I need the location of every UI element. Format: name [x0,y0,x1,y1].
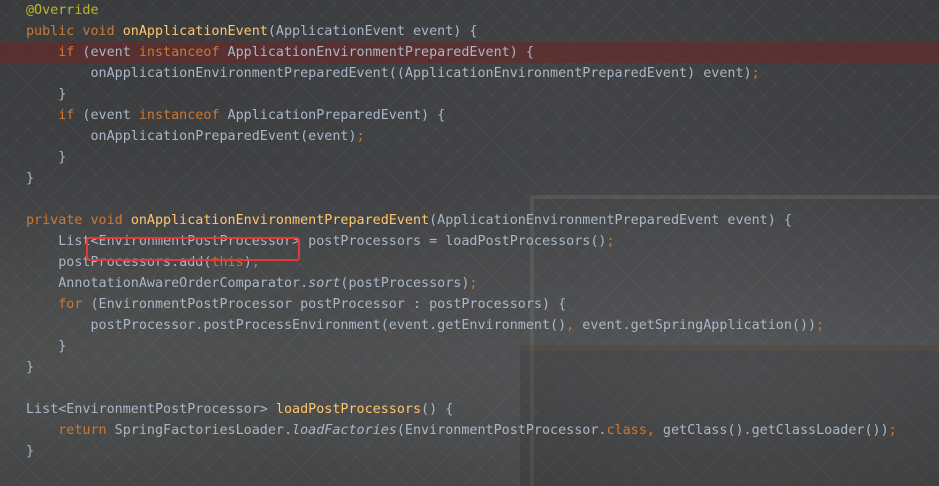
keyword-token: return [58,423,107,438]
semicolon-token: ; [816,318,825,333]
keyword-token: instanceof [138,108,220,123]
code-line: onApplicationEnvironmentPreparedEvent((A… [0,63,939,84]
code-text: (EnvironmentPostProcessor postProcessor … [82,297,567,312]
code-line: } [0,168,939,189]
code-text: onApplicationEnvironmentPreparedEvent((A… [26,66,752,81]
semicolon-token: ; [356,129,365,144]
code-text: } [26,444,35,459]
code-text: (postProcessors) [340,276,470,291]
keyword-token: for [58,297,83,312]
code-line: for (EnvironmentPostProcessor postProces… [0,294,939,315]
code-line: return SpringFactoriesLoader.loadFactori… [0,420,939,441]
method-name-token: loadPostProcessors [275,402,422,417]
code-text: postProcessor.postProcessEnvironment(eve… [26,318,567,333]
code-text: ApplicationEnvironmentPreparedEvent) { [219,45,534,60]
code-text: } [26,339,67,354]
semicolon-token: ; [606,234,615,249]
keyword-token: public void [26,24,115,39]
semicolon-token: ; [888,423,897,438]
comma-token: , [646,423,663,438]
semicolon-token: ; [469,276,478,291]
code-text: (event [74,108,139,123]
code-line: @Override [0,0,939,21]
code-line: } [0,84,939,105]
code-text: (ApplicationEvent event) { [267,24,478,39]
code-text: (event [74,45,139,60]
code-line: if (event instanceof ApplicationPrepared… [0,105,939,126]
code-text: () { [421,402,454,417]
code-text: (ApplicationEnvironmentPreparedEvent eve… [429,213,792,228]
code-line: } [0,147,939,168]
keyword-token: private void [26,213,123,228]
code-line: private void onApplicationEnvironmentPre… [0,210,939,231]
code-editor[interactable]: @Override public void onApplicationEvent… [0,0,939,486]
code-text: onApplicationPreparedEvent(event) [26,129,357,144]
code-text: } [26,360,35,375]
code-line: } [0,336,939,357]
code-line: onApplicationPreparedEvent(event); [0,126,939,147]
code-text: getClass().getClassLoader()) [662,423,889,438]
code-text: event.getSpringApplication()) [582,318,817,333]
code-text: ApplicationPreparedEvent) { [219,108,446,123]
code-line: } [0,441,939,462]
code-text: } [26,171,35,186]
code-line: List<EnvironmentPostProcessor> loadPostP… [0,399,939,420]
code-line: postProcessor.postProcessEnvironment(eve… [0,315,939,336]
code-text: } [26,150,67,165]
keyword-token: class [606,423,647,438]
static-method-token: loadFactories [292,423,397,438]
semicolon-token: ; [751,66,760,81]
annotation-highlight-box [86,237,300,261]
annotation-token: @Override [26,3,99,18]
method-name-token: onApplicationEvent [122,24,268,39]
method-name-token: onApplicationEnvironmentPreparedEvent [130,213,430,228]
code-text: SpringFactoriesLoader. [106,423,293,438]
code-text: AnnotationAwareOrderComparator. [26,276,309,291]
code-text: (EnvironmentPostProcessor. [396,423,607,438]
comma-token: , [566,318,583,333]
keyword-token: instanceof [138,45,220,60]
code-line: AnnotationAwareOrderComparator.sort(post… [0,273,939,294]
code-area[interactable]: @Override public void onApplicationEvent… [0,0,939,462]
code-line-highlighted: if (event instanceof ApplicationEnvironm… [0,42,939,63]
code-line: } [0,357,939,378]
code-text: } [26,87,67,102]
code-line: public void onApplicationEvent(Applicati… [0,21,939,42]
static-method-token: sort [308,276,341,291]
keyword-token: if [58,45,75,60]
keyword-token: if [58,108,75,123]
code-text: List<EnvironmentPostProcessor> [26,402,276,417]
